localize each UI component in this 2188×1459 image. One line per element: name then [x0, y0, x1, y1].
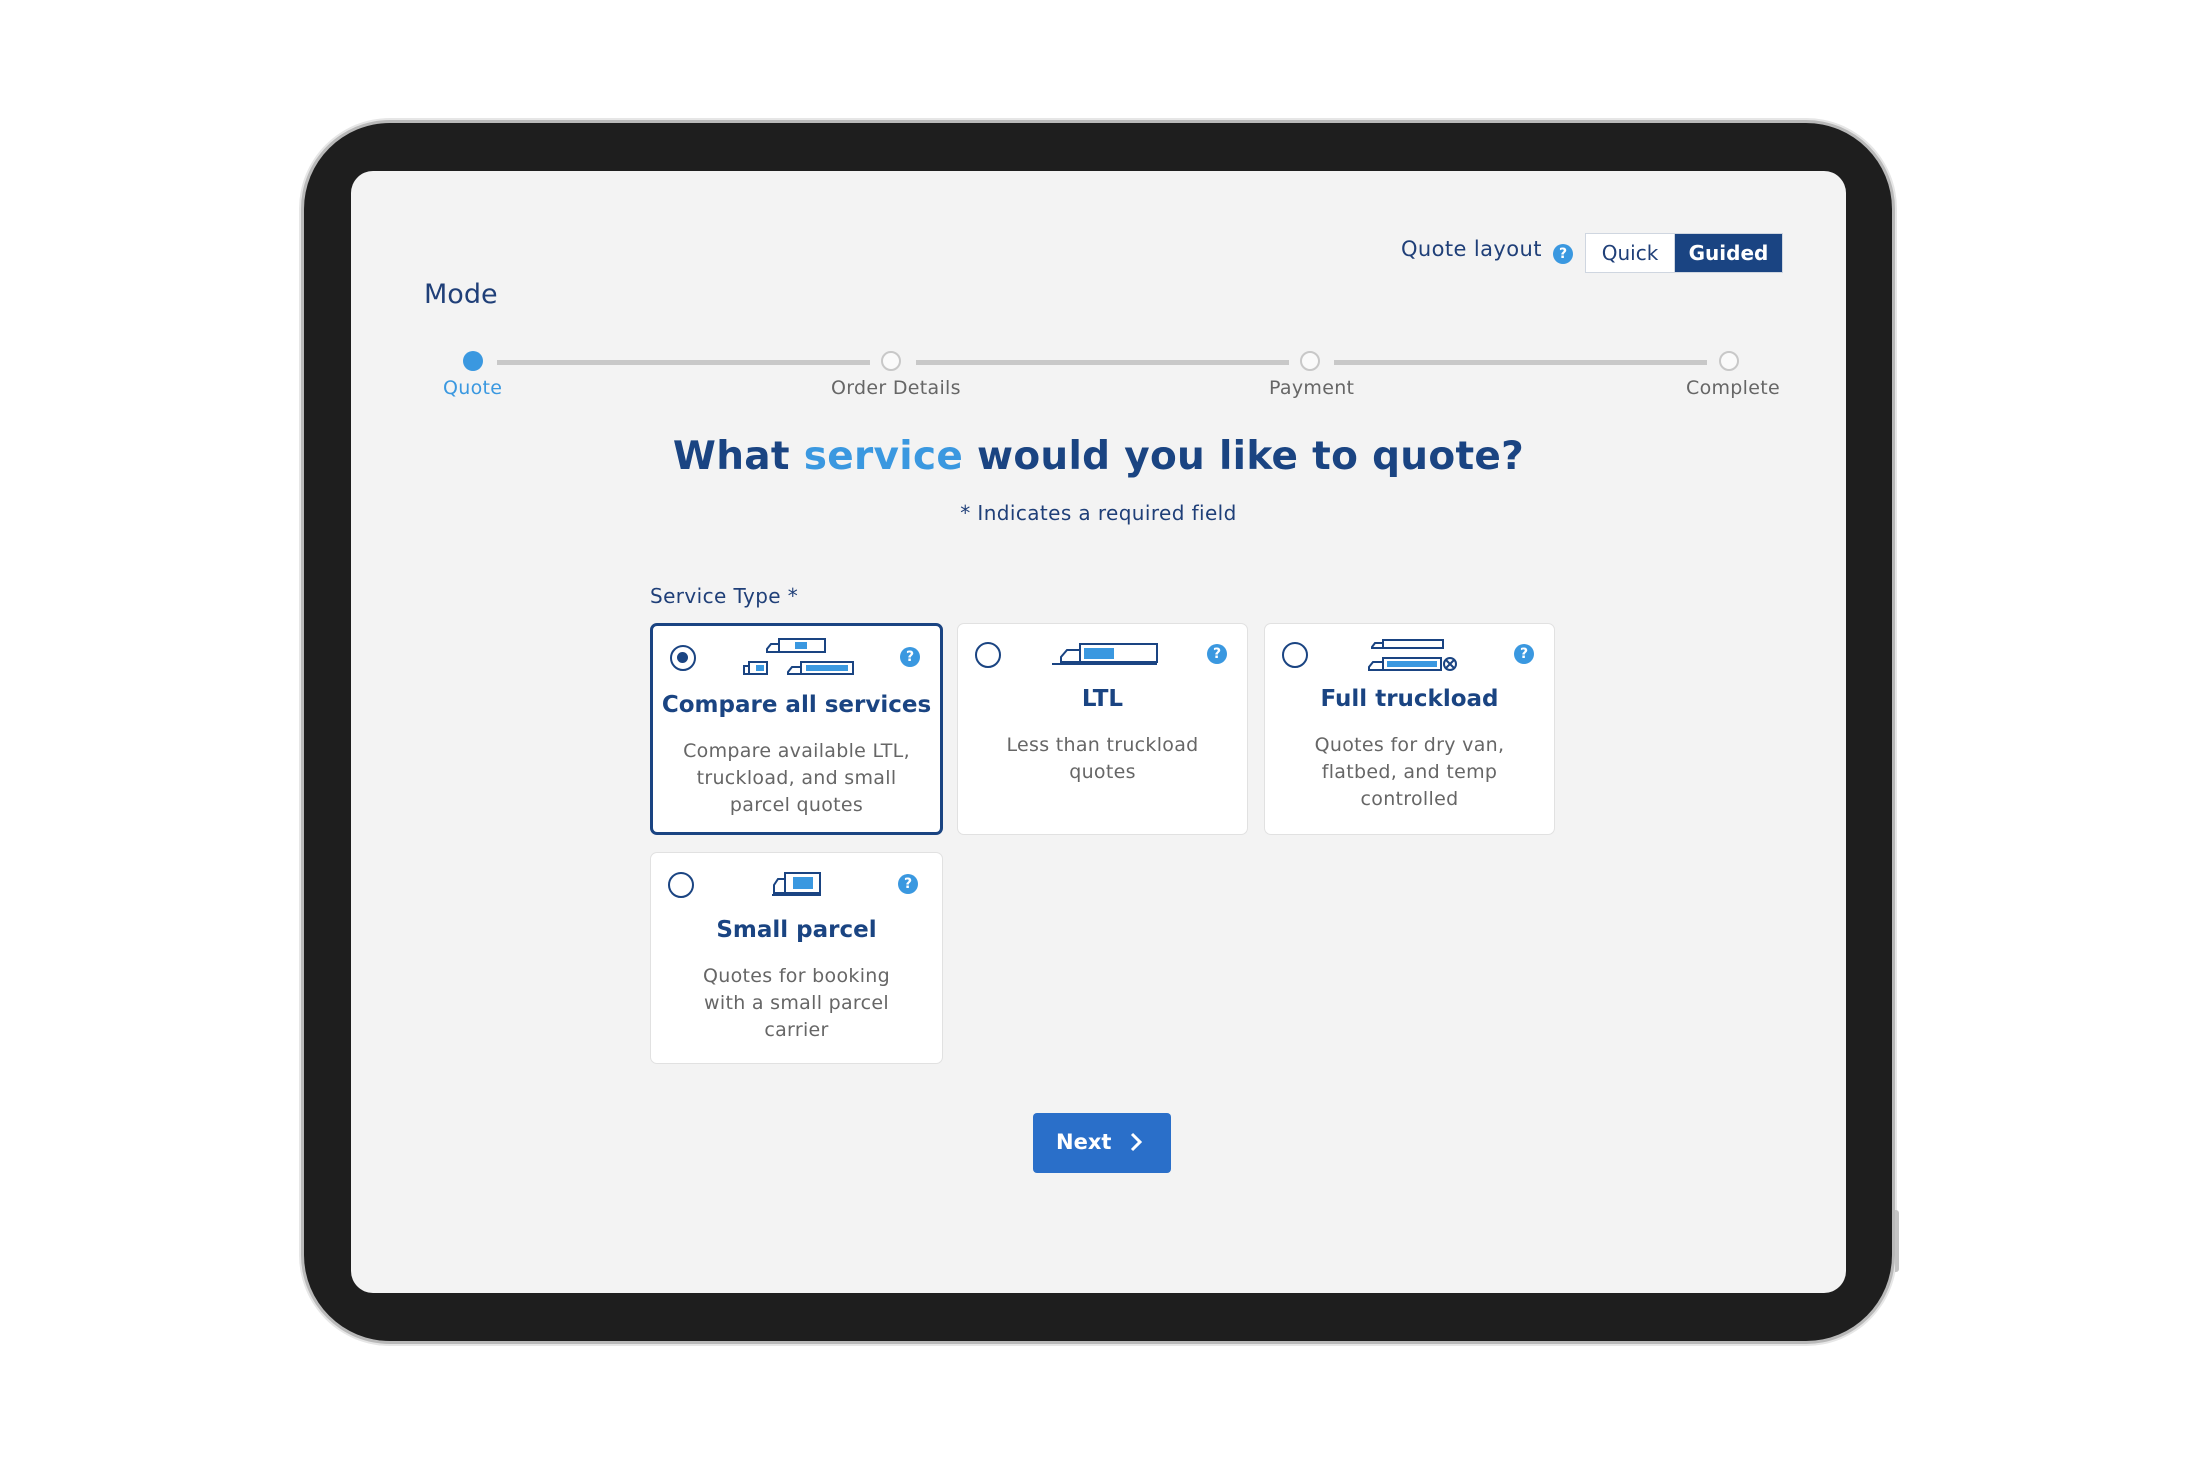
- chevron-right-icon: [1129, 1132, 1143, 1157]
- question-suffix: would you like to quote?: [963, 434, 1525, 479]
- multi-vehicle-icon: [741, 636, 856, 678]
- stepper-dot-order-details: [881, 351, 901, 371]
- quick-layout-button[interactable]: Quick: [1586, 234, 1675, 272]
- small-parcel-help-icon[interactable]: ?: [898, 874, 918, 894]
- radio-small-parcel[interactable]: [668, 872, 694, 898]
- stepper-dot-quote: [463, 351, 483, 371]
- card-title: Small parcel: [716, 917, 877, 943]
- radio-full-truckload[interactable]: [1282, 642, 1308, 668]
- quote-layout-toggle: Quick Guided: [1585, 233, 1783, 273]
- ltl-truck-icon: [1050, 641, 1160, 667]
- next-button[interactable]: Next: [1033, 1113, 1171, 1173]
- full-truckload-help-icon[interactable]: ?: [1514, 644, 1534, 664]
- step-label-quote: Quote: [443, 377, 503, 399]
- radio-ltl[interactable]: [975, 642, 1001, 668]
- card-title: LTL: [1081, 686, 1124, 712]
- stepper-track: [497, 360, 870, 365]
- radio-compare-all[interactable]: [670, 645, 696, 671]
- question-prefix: What: [672, 434, 804, 479]
- stepper-track: [1334, 360, 1707, 365]
- quote-layout-label: Quote layout: [1401, 237, 1542, 261]
- card-description: Quotes for dry van, flatbed, and temp co…: [1314, 734, 1505, 810]
- question-highlight: service: [803, 434, 964, 479]
- page-title: Mode: [424, 279, 498, 310]
- card-description: Less than truckload quotes: [1006, 734, 1199, 783]
- stepper-track: [916, 360, 1289, 365]
- app-screen: Quote layout ? Quick Guided Mode Quote O…: [351, 171, 1846, 1293]
- radio-selected-dot: [677, 652, 688, 663]
- stepper-dot-payment: [1300, 351, 1320, 371]
- step-label-complete: Complete: [1686, 377, 1780, 399]
- required-field-note: * Indicates a required field: [960, 501, 1237, 525]
- parcel-van-icon: [771, 871, 823, 899]
- service-card-compare-all[interactable]: ? Compare all services Compare available…: [650, 623, 943, 835]
- card-title: Compare all services: [661, 692, 932, 718]
- next-button-label: Next: [1056, 1130, 1112, 1154]
- question-heading: What service would you like to quote?: [351, 434, 1846, 479]
- guided-layout-button[interactable]: Guided: [1675, 234, 1782, 272]
- card-description: Compare available LTL, truckload, and sm…: [683, 740, 910, 816]
- full-truckload-icon: [1361, 634, 1463, 676]
- ltl-help-icon[interactable]: ?: [1207, 644, 1227, 664]
- tablet-side-button: [1895, 1210, 1899, 1272]
- service-type-label: Service Type *: [650, 584, 799, 608]
- step-label-order-details: Order Details: [831, 377, 961, 399]
- step-label-payment: Payment: [1269, 377, 1355, 399]
- service-card-full-truckload[interactable]: ? Full truckload Quotes for dry van, fla…: [1264, 623, 1555, 835]
- service-card-small-parcel[interactable]: ? Small parcel Quotes for booking with a…: [650, 852, 943, 1064]
- card-description: Quotes for booking with a small parcel c…: [703, 965, 890, 1041]
- compare-all-help-icon[interactable]: ?: [900, 647, 920, 667]
- quote-layout-help-icon[interactable]: ?: [1553, 244, 1573, 264]
- card-title: Full truckload: [1320, 686, 1499, 712]
- service-card-ltl[interactable]: ? LTL Less than truckload quotes: [957, 623, 1248, 835]
- stepper-dot-complete: [1719, 351, 1739, 371]
